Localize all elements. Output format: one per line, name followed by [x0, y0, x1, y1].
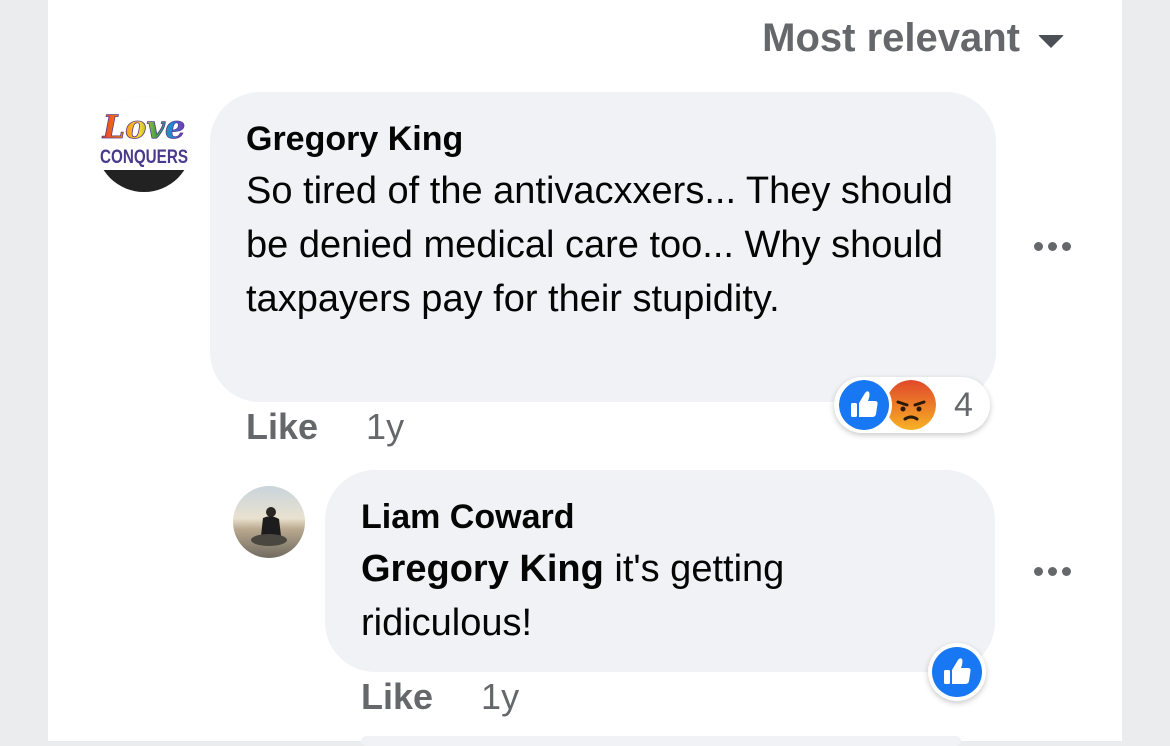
comments-panel: Most relevant Love CONQUERS Gregory King [48, 0, 1122, 746]
like-button[interactable]: Like [361, 676, 433, 718]
avatar[interactable] [233, 486, 305, 558]
reply-author[interactable]: Liam Coward [361, 498, 574, 537]
reaction-count: 4 [954, 386, 973, 424]
reply-bubble: Liam Coward Gregory King it's getting ri… [325, 470, 995, 672]
comment-bubble: Gregory King So tired of the antivacxxer… [210, 92, 996, 402]
angry-icon [886, 380, 936, 430]
comment-author[interactable]: Gregory King [246, 120, 463, 159]
next-comment-edge [361, 736, 961, 746]
reply-text: Gregory King it's getting ridiculous! [361, 542, 961, 650]
timestamp[interactable]: 1y [366, 406, 404, 448]
reaction-like-badge[interactable] [928, 643, 986, 701]
mention-tag[interactable]: Gregory King [361, 548, 604, 590]
reply-actions: Like 1y [361, 676, 519, 718]
comment-text: So tired of the antivacxxers... They sho… [246, 170, 953, 320]
svg-text:Love: Love [102, 108, 186, 146]
more-options-icon[interactable] [1034, 242, 1071, 251]
svg-text:CONQUERS: CONQUERS [100, 147, 188, 168]
timestamp[interactable]: 1y [481, 676, 519, 718]
avatar[interactable]: Love CONQUERS [96, 96, 192, 192]
like-icon [932, 647, 982, 697]
love-conquers-logo: Love CONQUERS [96, 96, 192, 192]
like-icon [839, 380, 889, 430]
more-options-icon[interactable] [1034, 567, 1071, 576]
sort-label: Most relevant [762, 16, 1020, 60]
comment-actions: Like 1y [246, 406, 404, 448]
profile-photo [233, 486, 305, 558]
reactions-summary[interactable]: 4 [834, 377, 990, 433]
sort-dropdown[interactable]: Most relevant [762, 16, 1064, 61]
chevron-down-icon [1038, 35, 1064, 48]
like-button[interactable]: Like [246, 406, 318, 448]
